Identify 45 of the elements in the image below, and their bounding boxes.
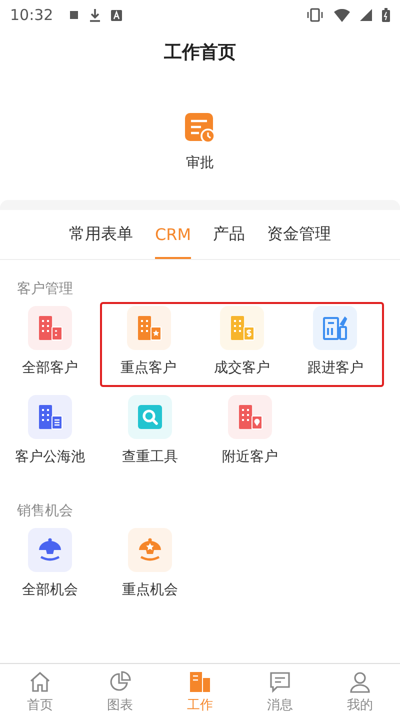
tile-label: 查重工具 xyxy=(122,448,178,466)
section-title: 客户管理 xyxy=(16,280,74,299)
icon-tile[interactable] xyxy=(28,528,72,572)
message-icon xyxy=(269,670,291,692)
tile-label: 重点客户 xyxy=(120,359,177,377)
nav-tab[interactable]: 工作 xyxy=(160,664,240,720)
icon-tile[interactable] xyxy=(220,306,264,350)
status-time: 10:32 xyxy=(10,6,54,24)
signal-icon xyxy=(360,9,372,21)
tile-label: 跟进客户 xyxy=(307,359,364,377)
tab[interactable]: 产品 xyxy=(213,210,246,259)
page-title: 工作首页 xyxy=(163,41,237,65)
user-icon xyxy=(349,670,371,692)
icon-tile[interactable] xyxy=(28,395,72,439)
icon-tile[interactable] xyxy=(128,528,172,572)
nav-tab[interactable]: 首页 xyxy=(0,664,80,720)
tab[interactable]: 资金管理 xyxy=(267,210,332,259)
tab[interactable]: 常用表单 xyxy=(68,210,133,259)
nav-tab[interactable]: 图表 xyxy=(80,664,160,720)
building-icon xyxy=(189,670,211,692)
nav-tab[interactable]: 消息 xyxy=(240,664,320,720)
home-icon xyxy=(29,670,51,692)
icon-tile[interactable] xyxy=(313,306,358,350)
tile-label: 附近客户 xyxy=(222,448,278,466)
icon-tile[interactable] xyxy=(128,395,172,439)
tile-label: 全部客户 xyxy=(22,359,78,377)
notification-square-icon xyxy=(69,10,80,20)
tile-label: 全部机会 xyxy=(22,581,78,599)
battery-icon xyxy=(382,8,390,22)
tile-label: 重点机会 xyxy=(122,581,178,599)
section-title: 销售机会 xyxy=(16,502,74,521)
icon-tile[interactable] xyxy=(228,395,272,439)
keyboard-a-icon xyxy=(111,10,122,20)
tile-label: 客户公海池 xyxy=(15,448,85,466)
approval-label[interactable]: 审批 xyxy=(186,154,214,172)
document-clock-icon[interactable] xyxy=(184,112,216,144)
wifi-icon xyxy=(334,8,350,22)
tile-label: 成交客户 xyxy=(214,359,270,377)
tab[interactable]: CRM xyxy=(154,210,192,259)
download-icon xyxy=(89,8,102,22)
pie-chart-icon xyxy=(109,670,131,692)
icon-tile[interactable] xyxy=(126,306,171,350)
vibrate-icon xyxy=(306,8,324,22)
nav-tab[interactable]: 我的 xyxy=(320,664,400,720)
icon-tile[interactable] xyxy=(28,306,72,350)
